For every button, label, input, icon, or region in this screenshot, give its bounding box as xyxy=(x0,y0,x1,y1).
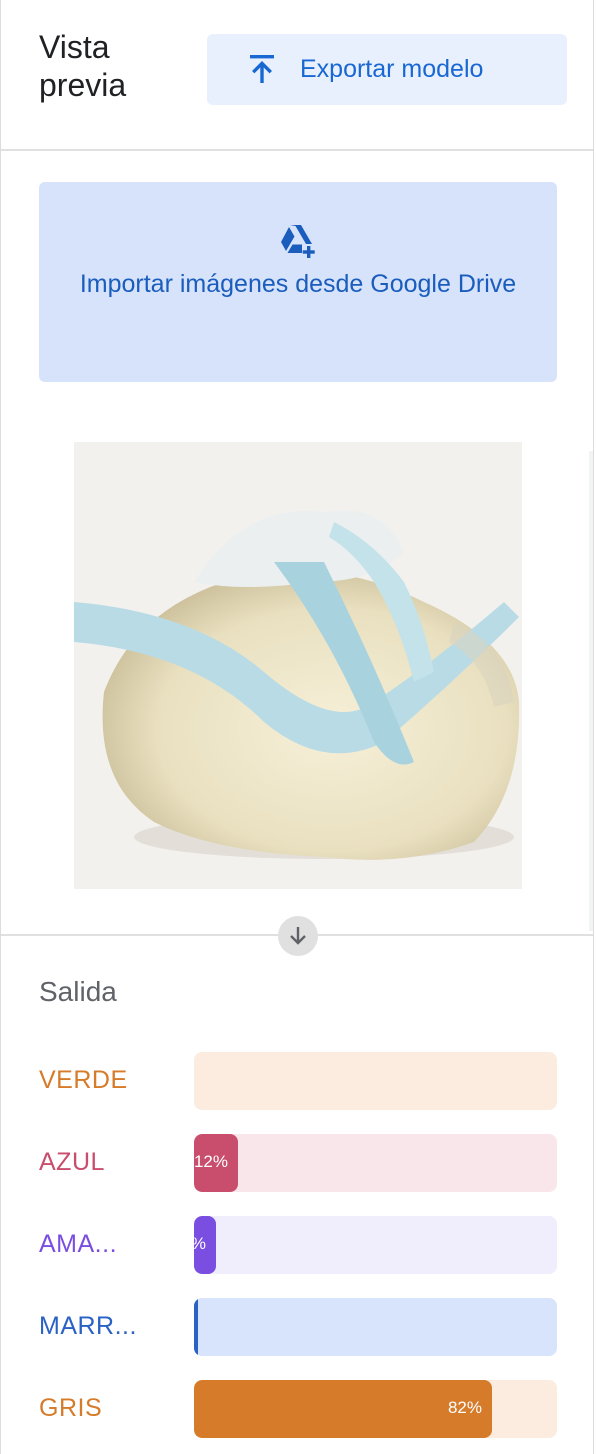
class-label: GRIS xyxy=(39,1394,103,1422)
class-row-azul: AZUL 12% xyxy=(1,1134,593,1192)
confidence-fill xyxy=(194,1298,198,1356)
google-drive-add-icon xyxy=(281,225,315,258)
arrow-down-icon xyxy=(290,927,306,945)
confidence-bar: 82% xyxy=(194,1380,557,1438)
confidence-percent: 12% xyxy=(194,1152,228,1171)
class-row-verde: VERDE xyxy=(1,1052,593,1110)
preview-content: Importar imágenes desde Google Drive xyxy=(1,151,593,934)
class-label: MARR... xyxy=(39,1312,137,1340)
page-title: Vista previa xyxy=(39,29,127,103)
upload-icon xyxy=(250,55,274,83)
arrow-down-button[interactable] xyxy=(278,916,318,956)
output-heading: Salida xyxy=(39,976,117,1007)
confidence-bar xyxy=(194,1052,557,1110)
preview-panel: Vista previa Exportar modelo Importar im… xyxy=(0,0,594,1454)
preview-image xyxy=(74,442,522,889)
class-label: VERDE xyxy=(39,1066,128,1094)
class-label: AMA... xyxy=(39,1230,118,1258)
confidence-percent: 82% xyxy=(447,1398,482,1417)
scrollbar[interactable] xyxy=(589,451,593,931)
confidence-percent: % xyxy=(194,1234,206,1254)
preview-header: Vista previa Exportar modelo xyxy=(1,0,593,151)
class-row-amarillo: AMA... % xyxy=(1,1216,593,1274)
confidence-bar: % xyxy=(194,1216,557,1274)
confidence-bar xyxy=(194,1298,557,1356)
confidence-bar: 12% xyxy=(194,1134,557,1192)
import-drive-label: Importar imágenes desde Google Drive xyxy=(79,270,517,298)
class-row-gris: GRIS 82% xyxy=(1,1380,593,1438)
import-drive-button[interactable]: Importar imágenes desde Google Drive xyxy=(39,182,557,382)
class-row-marron: MARR... xyxy=(1,1298,593,1356)
export-model-button[interactable]: Exportar modelo xyxy=(207,34,567,105)
class-label: AZUL xyxy=(39,1148,105,1176)
export-model-label: Exportar modelo xyxy=(300,55,484,83)
